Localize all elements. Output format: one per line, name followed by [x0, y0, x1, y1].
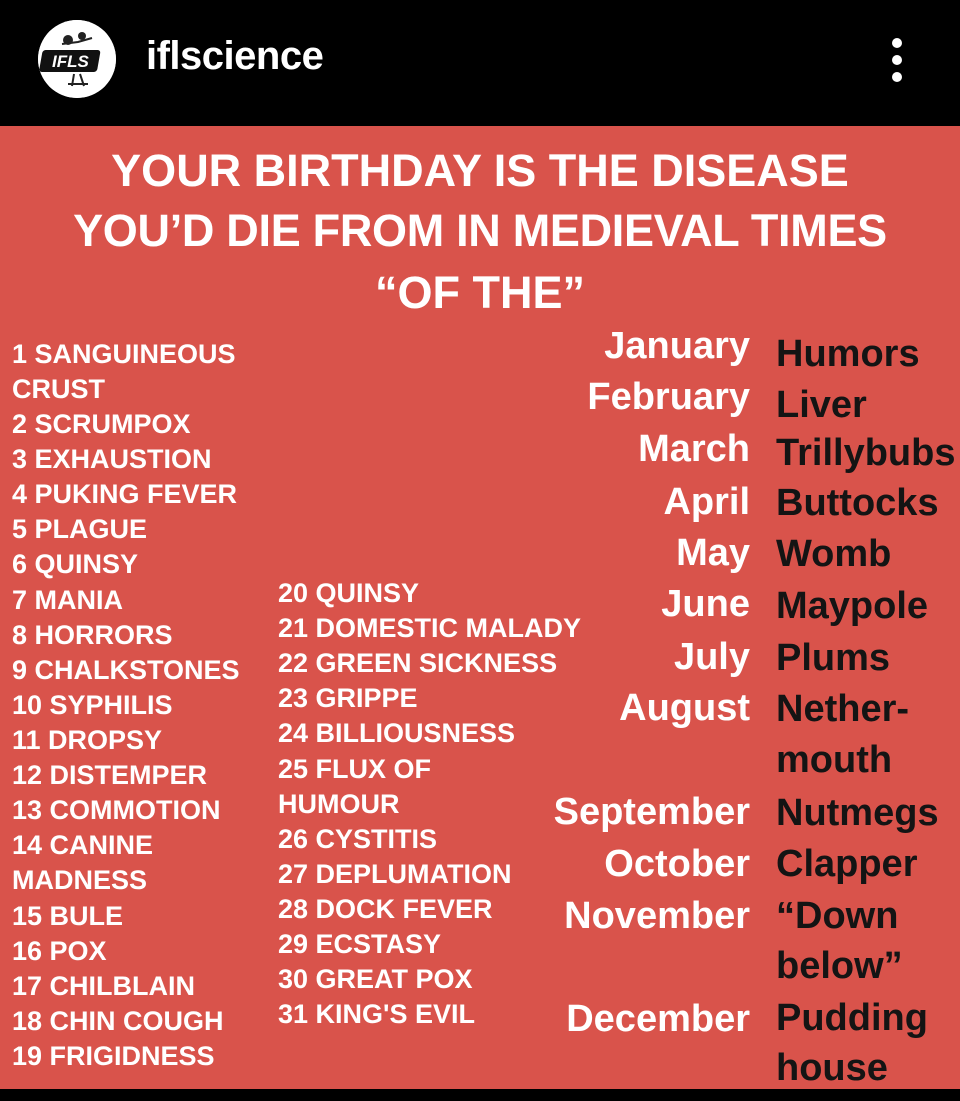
day-item: 8 HORRORS — [12, 620, 173, 650]
day-item: 16 POX — [12, 936, 107, 966]
day-item: 10 SYPHILIS — [12, 690, 173, 720]
day-item: 13 COMMOTION — [12, 795, 221, 825]
day-item: 14 CANINE — [12, 830, 154, 860]
ifls-logo: IFLS — [38, 20, 116, 98]
day-item: 7 MANIA — [12, 585, 124, 615]
day-item: HUMOUR — [278, 789, 400, 819]
day-item: 3 EXHAUSTION — [12, 444, 212, 474]
body-part-item: Nether- — [776, 688, 910, 730]
day-item: 4 PUKING FEVER — [12, 479, 238, 509]
day-item: 22 GREEN SICKNESS — [278, 648, 558, 678]
post-image: YOUR BIRTHDAY IS THE DISEASE YOU’D DIE F… — [0, 126, 960, 1089]
body-part-item: Womb — [776, 533, 892, 575]
month-item: August — [619, 687, 750, 729]
month-item: January — [604, 325, 750, 367]
day-item: 11 DROPSY — [12, 725, 163, 755]
month-item: April — [663, 481, 750, 523]
month-item: July — [673, 636, 750, 678]
account-username[interactable]: iflscience — [146, 34, 324, 79]
body-part-item: below” — [776, 945, 903, 987]
body-part-item: Clapper — [776, 843, 918, 885]
day-item: 1 SANGUINEOUS — [12, 339, 236, 369]
day-item: 23 GRIPPE — [278, 683, 418, 713]
day-item: 30 GREAT POX — [278, 964, 473, 994]
day-item: 2 SCRUMPOX — [12, 409, 191, 439]
month-item: March — [638, 428, 750, 470]
day-item: 19 FRIGIDNESS — [12, 1041, 215, 1071]
month-item: October — [604, 843, 750, 885]
avatar-logo-text: IFLS — [52, 52, 89, 71]
day-item: 27 DEPLUMATION — [278, 859, 512, 889]
day-item: 25 FLUX OF — [278, 754, 432, 784]
profile-avatar[interactable]: IFLS — [38, 20, 116, 98]
day-item: 21 DOMESTIC MALADY — [278, 613, 582, 643]
bottom-edge — [0, 1089, 960, 1101]
body-part-item: Pudding — [776, 997, 928, 1039]
body-part-item: Buttocks — [776, 482, 939, 524]
body-part-item: Plums — [776, 637, 891, 679]
more-vertical-icon[interactable] — [884, 38, 912, 82]
body-part-item: Nutmegs — [776, 792, 939, 834]
month-item: May — [676, 532, 750, 574]
day-item: 28 DOCK FEVER — [278, 894, 493, 924]
body-part-item: “Down — [776, 895, 899, 937]
month-item: June — [661, 583, 750, 625]
day-item: 20 QUINSY — [278, 578, 420, 608]
month-item: December — [566, 998, 750, 1040]
day-item: 31 KING'S EVIL — [278, 999, 475, 1029]
title-line-1: YOUR BIRTHDAY IS THE DISEASE — [111, 145, 849, 196]
day-item: 15 BULE — [12, 901, 124, 931]
day-item: 5 PLAGUE — [12, 514, 148, 544]
body-part-item: mouth — [776, 739, 893, 781]
body-part-item: Maypole — [776, 585, 929, 627]
day-item: 9 CHALKSTONES — [12, 655, 240, 685]
body-part-item: Humors — [776, 333, 920, 375]
day-item: 17 CHILBLAIN — [12, 971, 196, 1001]
title-connector: “OF THE” — [375, 267, 585, 318]
day-item: 12 DISTEMPER — [12, 760, 208, 790]
body-part-item: house — [776, 1047, 888, 1089]
day-item: 24 BILLIOUSNESS — [278, 718, 516, 748]
post-header: IFLS iflscience — [0, 0, 960, 126]
body-part-item: Liver — [776, 384, 867, 426]
day-item: 6 QUINSY — [12, 549, 139, 579]
title-line-2: YOU’D DIE FROM IN MEDIEVAL TIMES — [73, 205, 887, 256]
day-item: MADNESS — [12, 865, 148, 895]
month-item: September — [553, 791, 750, 833]
day-item: 29 ECSTASY — [278, 929, 442, 959]
month-item: February — [587, 376, 750, 418]
day-item: 18 CHIN COUGH — [12, 1006, 224, 1036]
day-item: 26 CYSTITIS — [278, 824, 438, 854]
day-item: CRUST — [12, 374, 105, 404]
month-item: November — [564, 895, 750, 937]
body-part-item: Trillybubs — [776, 432, 956, 474]
